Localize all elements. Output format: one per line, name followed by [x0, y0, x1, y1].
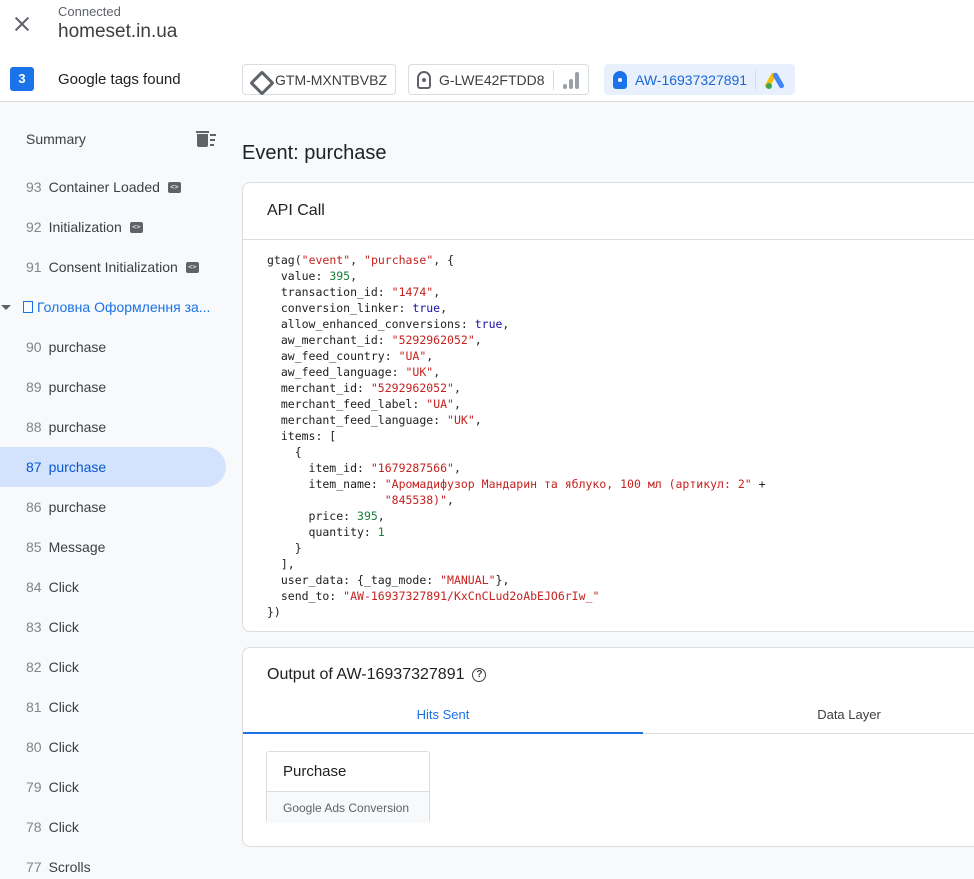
event-list-item[interactable]: 89 purchase [0, 367, 226, 407]
tag-chip-label: G-LWE42FTDD8 [439, 71, 545, 88]
hit-name: Purchase [267, 752, 429, 792]
event-number: 85 [26, 539, 42, 555]
analytics-icon [562, 71, 580, 89]
tag-chip-gtm[interactable]: GTM-MXNTBVBZ [242, 64, 396, 95]
chip-divider [755, 69, 757, 90]
event-list-item[interactable]: 84 Click [0, 567, 226, 607]
tag-chip-ga4[interactable]: G-LWE42FTDD8 [408, 64, 589, 95]
api-call-card: API Call gtag("event", "purchase", { val… [242, 182, 974, 632]
api-call-code: gtag("event", "purchase", { value: 395, … [267, 253, 766, 619]
code-icon: <> [129, 221, 143, 233]
event-list-item[interactable]: 78 Click [0, 807, 226, 847]
page-icon [23, 301, 33, 313]
api-call-title: API Call [243, 183, 974, 240]
event-label: Click [48, 819, 79, 835]
page-group-row[interactable]: Головна Оформлення за... [0, 287, 232, 327]
event-label: purchase [48, 339, 107, 355]
event-label: Message [48, 539, 106, 555]
chip-divider [552, 69, 554, 90]
event-list-item[interactable]: 86 purchase [0, 487, 226, 527]
event-label: Consent Initialization [48, 259, 178, 275]
event-label: purchase [48, 379, 107, 395]
output-tabs: Hits Sent Data Layer [243, 702, 974, 734]
event-label: Initialization [48, 219, 122, 235]
tag-chip-label: AW-16937327891 [635, 71, 748, 88]
page-group-label: Головна Оформлення за... [37, 299, 211, 315]
connection-status: Connected [58, 4, 121, 19]
event-label: purchase [48, 499, 107, 515]
event-number: 82 [26, 659, 42, 675]
code-icon: <> [167, 181, 181, 193]
connected-domain: homeset.in.ua [58, 21, 178, 42]
event-label: purchase [48, 459, 107, 475]
hit-type: Google Ads Conversion [267, 792, 429, 823]
code-icon: <> [185, 261, 199, 273]
clear-messages-icon[interactable] [196, 131, 216, 147]
output-title: Output of AW-16937327891 ? [243, 648, 974, 702]
event-label: Click [48, 619, 79, 635]
event-number: 91 [26, 259, 42, 275]
event-number: 90 [26, 339, 42, 355]
hit-card[interactable]: Purchase Google Ads Conversion [266, 751, 430, 823]
google-tag-icon [613, 70, 627, 89]
event-label: Click [48, 699, 79, 715]
event-list-item[interactable]: 88 purchase [0, 407, 226, 447]
header-bar: Connected homeset.in.ua 3 Google tags fo… [0, 0, 974, 102]
event-number: 89 [26, 379, 42, 395]
tag-count-badge: 3 [10, 67, 34, 91]
event-list-item[interactable]: 83 Click [0, 607, 226, 647]
event-label: Container Loaded [48, 179, 160, 195]
close-icon[interactable] [10, 12, 34, 36]
gtm-icon [251, 72, 267, 88]
event-number: 77 [26, 859, 42, 875]
event-number: 79 [26, 779, 42, 795]
event-list-item[interactable]: 93 Container Loaded <> [0, 167, 226, 207]
google-tag-icon [417, 70, 431, 89]
event-title: Event: purchase [242, 142, 387, 164]
tag-chip-label: GTM-MXNTBVBZ [275, 71, 387, 88]
tags-found-label: Google tags found [58, 71, 181, 88]
event-list-item[interactable]: 85 Message [0, 527, 226, 567]
event-number: 92 [26, 219, 42, 235]
event-list-item[interactable]: 92 Initialization <> [0, 207, 226, 247]
event-label: purchase [48, 419, 107, 435]
tab-data-layer[interactable]: Data Layer [643, 702, 974, 734]
google-ads-icon [764, 71, 786, 89]
event-label: Click [48, 779, 79, 795]
event-number: 80 [26, 739, 42, 755]
event-number: 83 [26, 619, 42, 635]
event-sidebar: Summary 93 Container Loaded <> 92 Initializa… [0, 103, 232, 879]
event-number: 81 [26, 699, 42, 715]
tab-hits-sent[interactable]: Hits Sent [243, 702, 643, 734]
event-label: Click [48, 579, 79, 595]
event-number: 78 [26, 819, 42, 835]
event-label: Scrolls [48, 859, 91, 875]
output-card: Output of AW-16937327891 ? Hits Sent Dat… [242, 647, 974, 847]
event-number: 93 [26, 179, 42, 195]
event-number: 87 [26, 459, 42, 475]
event-list-item[interactable]: 81 Click [0, 687, 226, 727]
caret-down-icon[interactable] [1, 304, 11, 310]
event-number: 86 [26, 499, 42, 515]
event-list-item[interactable]: 77 Scrolls [0, 847, 226, 879]
help-icon[interactable]: ? [472, 668, 487, 682]
event-label: Click [48, 739, 79, 755]
event-list-item[interactable]: 90 purchase [0, 327, 226, 367]
event-list-item[interactable]: 80 Click [0, 727, 226, 767]
event-list-item[interactable]: 82 Click [0, 647, 226, 687]
event-list-item[interactable]: 79 Click [0, 767, 226, 807]
summary-link[interactable]: Summary [26, 131, 86, 147]
event-number: 88 [26, 419, 42, 435]
event-list-item[interactable]: 91 Consent Initialization <> [0, 247, 226, 287]
event-label: Click [48, 659, 79, 675]
event-list-item[interactable]: 87 purchase [0, 447, 226, 487]
tag-chip-google-ads[interactable]: AW-16937327891 [604, 64, 796, 95]
event-number: 84 [26, 579, 42, 595]
